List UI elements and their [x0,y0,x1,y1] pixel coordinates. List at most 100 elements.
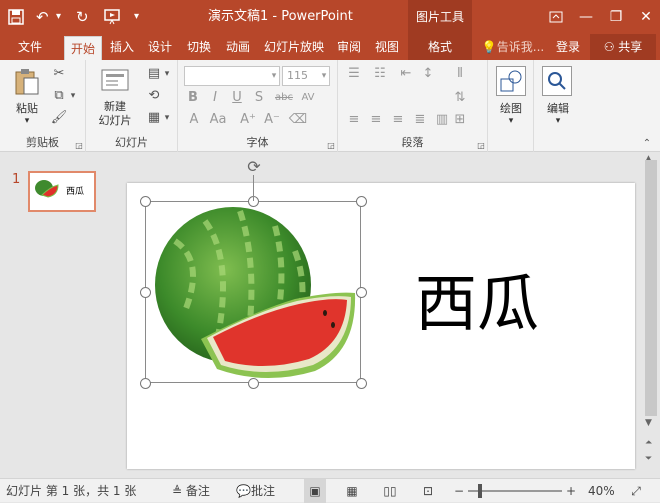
tab-transitions[interactable]: 切换 [180,34,218,60]
normal-view-icon[interactable]: ▣ [304,479,326,503]
paste-button[interactable]: 粘贴 [8,100,46,116]
text-direction-icon[interactable]: ⇅ [450,90,470,106]
resize-handle-bottom[interactable] [248,378,259,389]
scroll-thumb[interactable] [645,160,657,416]
zoom-out-icon[interactable]: − [452,479,466,503]
underline-icon[interactable]: U [228,90,246,106]
change-case-icon[interactable]: Aa [208,112,228,128]
increase-font-icon[interactable]: A⁺ [238,112,258,128]
drawing-button[interactable]: 绘图 [488,100,534,116]
strikethrough-icon[interactable]: abc [272,90,296,106]
paste-dropdown-icon[interactable]: ▾ [20,116,34,126]
drawing-dropdown-icon[interactable]: ▾ [488,116,534,126]
tab-home[interactable]: 开始 [64,36,102,60]
tab-slideshow[interactable]: 幻灯片放映 [258,34,330,60]
char-spacing-icon[interactable]: AV [298,90,318,106]
clear-formatting-icon[interactable]: ⌫ [288,112,308,128]
font-group: ▾ 115 ▾ B I U S abc AV A Aa A⁺ A⁻ ⌫ 字体 ◲ [178,60,338,152]
tab-view[interactable]: 视图 [368,34,406,60]
italic-icon[interactable]: I [206,90,224,106]
restore-icon[interactable]: ❐ [602,0,630,34]
copy-dropdown-icon[interactable]: ▾ [68,88,78,104]
bullets-icon[interactable]: ☰ [344,66,364,82]
zoom-slider-thumb[interactable] [478,484,482,498]
new-slide-icon[interactable] [100,68,130,94]
zoom-in-icon[interactable]: + [564,479,578,503]
undo-icon[interactable]: ↶ [36,0,49,34]
tab-design[interactable]: 设计 [142,34,178,60]
font-name-dropdown-icon[interactable]: ▾ [268,68,280,84]
rotate-handle-icon[interactable]: ⟳ [244,157,264,177]
font-name-combo[interactable] [184,66,280,86]
customize-icon[interactable]: ▾ [134,0,139,34]
resize-handle-left[interactable] [140,287,151,298]
fit-to-window-icon[interactable]: ⤢ [626,479,646,503]
editing-dropdown-icon[interactable]: ▾ [534,116,582,126]
tab-animations[interactable]: 动画 [220,34,256,60]
slide-thumbnail[interactable]: 西瓜 [28,171,96,212]
section-dropdown-icon[interactable]: ▾ [162,110,172,126]
slideshow-view-icon[interactable]: ⊡ [418,479,438,503]
slide-sorter-icon[interactable]: ▦ [342,479,362,503]
notes-button[interactable]: ≜ 备注 [172,479,210,503]
scroll-down-icon[interactable]: ▼ [645,418,652,428]
share-button[interactable]: ⚇ 共享 [590,34,656,60]
start-slideshow-icon[interactable] [104,0,122,34]
decrease-font-icon[interactable]: A⁻ [262,112,282,128]
slide-text[interactable]: 西瓜 [415,267,539,341]
vertical-scrollbar[interactable]: ▲ ▼ ⏶ ⏷ [642,152,660,478]
shadow-icon[interactable]: S [250,90,268,106]
watermelon-picture[interactable] [145,201,361,383]
editing-button[interactable]: 编辑 [534,100,582,116]
comments-button[interactable]: 💬批注 [236,479,275,503]
resize-handle-top-right[interactable] [356,196,367,207]
align-left-icon[interactable]: ≡ [344,112,364,128]
zoom-slider[interactable] [468,490,562,492]
close-icon[interactable]: ✕ [632,0,660,34]
tab-review[interactable]: 审阅 [332,34,366,60]
sign-in-link[interactable]: 登录 [550,34,586,60]
ribbon-display-options-icon[interactable] [542,0,570,34]
align-right-icon[interactable]: ≡ [388,112,408,128]
resize-handle-bottom-left[interactable] [140,378,151,389]
bold-icon[interactable]: B [184,90,202,106]
zoom-percent[interactable]: 40% [588,479,615,503]
new-slide-button[interactable]: 新建 幻灯片 [88,100,142,128]
tab-insert[interactable]: 插入 [104,34,140,60]
font-size-dropdown-icon[interactable]: ▾ [318,68,330,84]
decrease-indent-icon[interactable]: ⇤ [396,66,416,82]
undo-dropdown-icon[interactable]: ▾ [56,0,61,34]
reset-icon[interactable]: ⟲ [144,88,164,104]
layout-dropdown-icon[interactable]: ▾ [162,66,172,82]
tab-format[interactable]: 格式 [408,34,472,60]
slide-canvas[interactable]: 西瓜 [127,183,635,469]
layout-icon[interactable]: ▤ [144,66,164,82]
next-slide-icon[interactable]: ⏷ [645,454,652,464]
save-icon[interactable] [8,0,24,34]
smartart-icon[interactable]: ⊞ [450,112,470,128]
tab-file[interactable]: 文件 [8,34,52,60]
format-painter-icon[interactable]: 🖌 [50,110,68,126]
find-icon[interactable] [542,66,572,96]
section-icon[interactable]: ▦ [144,110,164,126]
justify-icon[interactable]: ≣ [410,112,430,128]
font-color-icon[interactable]: A [184,112,204,128]
line-spacing-icon[interactable]: ↕ [418,66,438,82]
redo-icon[interactable]: ↻ [76,0,89,34]
previous-slide-icon[interactable]: ⏶ [645,438,652,448]
copy-icon[interactable]: ⧉ [50,88,68,104]
cut-icon[interactable]: ✂ [50,66,68,82]
tell-me-box[interactable]: 💡告诉我... [478,34,548,60]
resize-handle-bottom-right[interactable] [356,378,367,389]
collapse-ribbon-icon[interactable]: ⌃ [640,136,654,152]
numbering-icon[interactable]: ☷ [370,66,390,82]
minimize-icon[interactable]: — [572,0,600,34]
columns-icon[interactable]: ⫴ [450,66,470,82]
shapes-icon[interactable] [496,66,526,96]
distribute-icon[interactable]: ▥ [432,112,452,128]
paste-icon[interactable] [14,68,40,96]
reading-view-icon[interactable]: ▯▯ [380,479,400,503]
resize-handle-top-left[interactable] [140,196,151,207]
resize-handle-right[interactable] [356,287,367,298]
align-center-icon[interactable]: ≡ [366,112,386,128]
